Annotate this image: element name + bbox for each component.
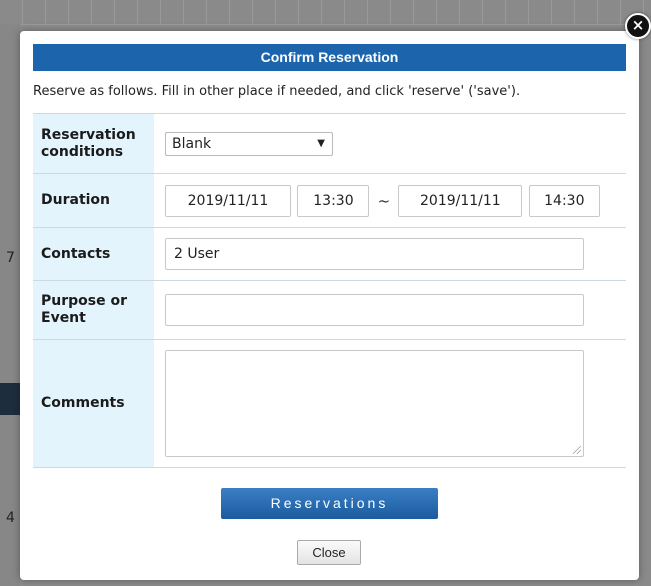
confirm-reservation-dialog: Confirm Reservation Reserve as follows. …	[20, 31, 639, 580]
purpose-label: Purpose or Event	[33, 280, 154, 340]
conditions-label: Reservation conditions	[33, 113, 154, 174]
close-icon[interactable]: ×	[625, 13, 651, 39]
duration-separator: ~	[377, 191, 391, 210]
start-date-field[interactable]: 2019/11/11	[165, 184, 291, 217]
form-row-contacts: Contacts 2 User	[33, 227, 626, 281]
contacts-label: Contacts	[33, 227, 154, 281]
start-time-field[interactable]: 13:30	[297, 184, 370, 217]
chevron-down-icon: ▼	[317, 137, 325, 149]
dialog-title: Confirm Reservation	[33, 44, 626, 71]
calendar-day-number: 4	[6, 510, 15, 526]
comments-textarea[interactable]	[165, 350, 584, 457]
close-button[interactable]: Close	[297, 540, 361, 565]
calendar-event-block	[0, 383, 20, 415]
purpose-input[interactable]	[165, 294, 584, 326]
resize-handle-icon[interactable]	[573, 446, 581, 454]
end-time-field[interactable]: 14:30	[528, 184, 600, 217]
calendar-day-number: 7	[6, 250, 15, 266]
dialog-instructions: Reserve as follows. Fill in other place …	[33, 84, 521, 99]
form-row-duration: Duration 2019/11/11 13:30 ~ 2019/11/11 1…	[33, 173, 626, 228]
calendar-right-column	[639, 24, 651, 586]
calendar-grid-header	[0, 0, 651, 25]
end-date-field[interactable]: 2019/11/11	[398, 184, 523, 217]
form-row-conditions: Reservation conditions Blank ▼	[33, 113, 626, 174]
reservation-form: Reservation conditions Blank ▼ Duration …	[33, 113, 626, 468]
conditions-select[interactable]: Blank ▼	[165, 131, 333, 156]
reserve-button[interactable]: Reservations	[221, 488, 438, 519]
form-row-comments: Comments	[33, 339, 626, 468]
form-row-purpose: Purpose or Event	[33, 280, 626, 340]
contacts-field[interactable]: 2 User	[165, 238, 584, 270]
conditions-selected-value: Blank	[172, 135, 212, 152]
calendar-left-column	[0, 24, 21, 586]
comments-label: Comments	[33, 339, 154, 468]
duration-label: Duration	[33, 173, 154, 228]
